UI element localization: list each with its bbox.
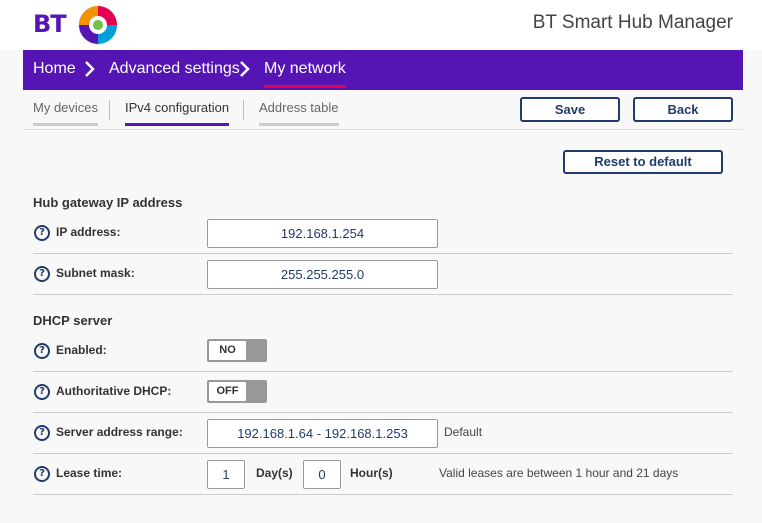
lease-time-row: ? Lease time: 1 Day(s) 0 Hour(s) Valid l… bbox=[33, 454, 733, 495]
back-button[interactable]: Back bbox=[633, 97, 733, 122]
lease-days-input[interactable]: 1 bbox=[207, 460, 245, 489]
subnet-mask-input[interactable]: 255.255.255.0 bbox=[207, 260, 438, 289]
subnet-mask-label: Subnet mask: bbox=[56, 266, 135, 280]
chevron-right-icon bbox=[240, 61, 250, 77]
dhcp-enabled-row: ? Enabled: NO bbox=[33, 331, 733, 372]
tab-ipv4-configuration[interactable]: IPv4 configuration bbox=[125, 100, 230, 126]
nav-home[interactable]: Home bbox=[33, 60, 76, 78]
gateway-section-title: Hub gateway IP address bbox=[33, 195, 183, 210]
server-address-range-input[interactable]: 192.168.1.64 - 192.168.1.253 bbox=[207, 419, 438, 448]
save-button[interactable]: Save bbox=[520, 97, 620, 122]
bt-globe-icon bbox=[78, 5, 118, 45]
breadcrumb-nav: Home Advanced settings My network bbox=[23, 50, 743, 90]
help-icon[interactable]: ? bbox=[34, 466, 50, 482]
lease-valid-note: Valid leases are between 1 hour and 21 d… bbox=[439, 466, 679, 480]
authoritative-dhcp-row: ? Authoritative DHCP: OFF bbox=[33, 372, 733, 413]
ip-address-input[interactable]: 192.168.1.254 bbox=[207, 219, 438, 248]
help-icon[interactable]: ? bbox=[34, 343, 50, 359]
app-title: BT Smart Hub Manager bbox=[532, 12, 733, 33]
hours-unit-label: Hour(s) bbox=[350, 466, 393, 480]
nav-advanced-settings[interactable]: Advanced settings bbox=[109, 60, 240, 78]
chevron-right-icon bbox=[85, 61, 95, 77]
nav-my-network[interactable]: My network bbox=[264, 60, 346, 88]
toggle-state: OFF bbox=[209, 382, 246, 401]
header: BT BT Smart Hub Manager bbox=[0, 0, 762, 50]
bt-logo[interactable]: BT bbox=[33, 4, 123, 46]
subnet-mask-row: ? Subnet mask: 255.255.255.0 bbox=[33, 254, 733, 295]
authoritative-dhcp-toggle[interactable]: OFF bbox=[207, 380, 267, 403]
server-address-range-label: Server address range: bbox=[56, 425, 183, 439]
tab-divider bbox=[243, 100, 244, 120]
dhcp-enabled-label: Enabled: bbox=[56, 343, 107, 357]
range-default-note: Default bbox=[444, 425, 483, 439]
dhcp-section-title: DHCP server bbox=[33, 313, 113, 328]
days-unit-label: Day(s) bbox=[256, 466, 293, 480]
help-icon[interactable]: ? bbox=[34, 384, 50, 400]
reset-to-default-button[interactable]: Reset to default bbox=[563, 150, 723, 174]
help-icon[interactable]: ? bbox=[34, 225, 50, 241]
server-address-range-row: ? Server address range: 192.168.1.64 - 1… bbox=[33, 413, 733, 454]
ip-address-row: ? IP address: 192.168.1.254 bbox=[33, 213, 733, 254]
authoritative-dhcp-label: Authoritative DHCP: bbox=[56, 384, 172, 398]
ip-address-label: IP address: bbox=[56, 225, 121, 239]
tab-divider bbox=[109, 100, 110, 120]
help-icon[interactable]: ? bbox=[34, 266, 50, 282]
dhcp-enabled-toggle[interactable]: NO bbox=[207, 339, 267, 362]
logo-text: BT bbox=[33, 10, 67, 38]
tab-address-table[interactable]: Address table bbox=[259, 100, 339, 126]
toggle-state: NO bbox=[209, 341, 246, 360]
lease-time-label: Lease time: bbox=[56, 466, 123, 480]
tab-my-devices[interactable]: My devices bbox=[33, 100, 99, 126]
lease-hours-input[interactable]: 0 bbox=[303, 460, 341, 489]
help-icon[interactable]: ? bbox=[34, 425, 50, 441]
